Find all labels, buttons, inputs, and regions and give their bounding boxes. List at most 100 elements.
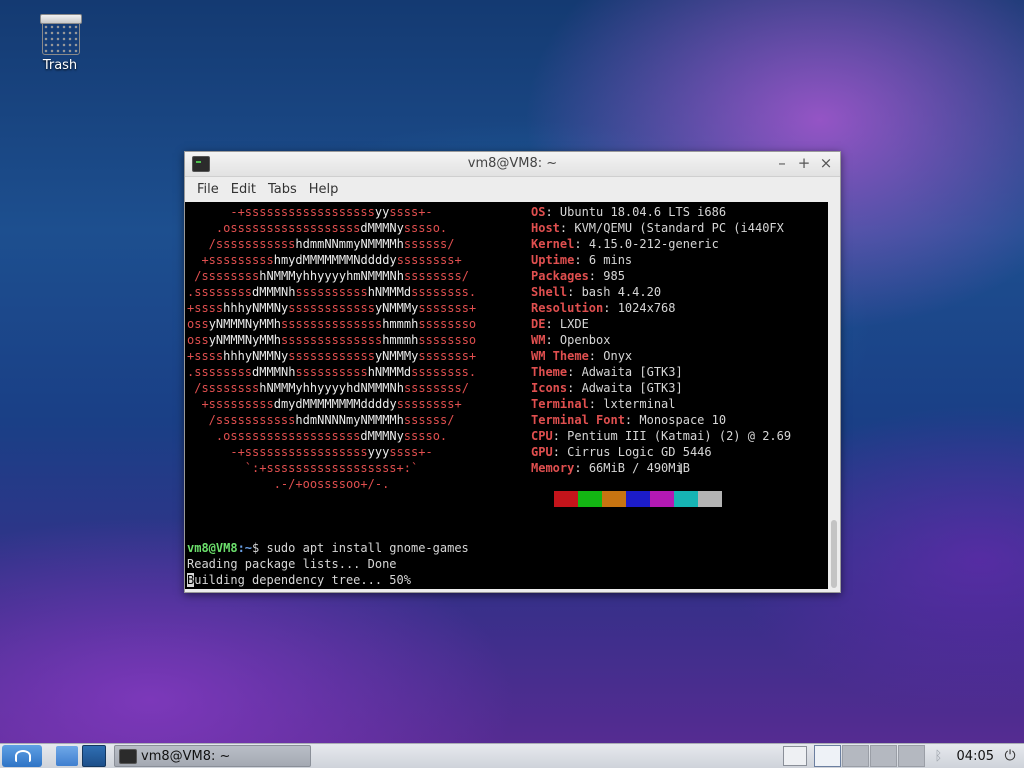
color-swatch [602, 491, 626, 507]
terminal-launcher-icon[interactable] [82, 745, 106, 767]
terminal-scrollbar[interactable] [829, 202, 840, 589]
progress-line: uilding dependency tree... 50% [194, 573, 411, 587]
info-key: Theme [531, 365, 568, 379]
info-key: Terminal [531, 397, 589, 411]
logo-line: .ossssssssssssssssssdMMMNysssso. [187, 221, 448, 235]
color-swatch [554, 491, 578, 507]
info-key: Host [531, 221, 560, 235]
info-line: Packages: 985 [531, 269, 625, 283]
info-line: Shell: bash 4.4.20 [531, 285, 662, 299]
ubuntu-ascii-logo: -+ssssssssssssssssssyyssss+- .osssssssss… [187, 204, 476, 492]
logo-line: /ssssssssssshdmNNNNmyNMMMMhssssss/ [187, 413, 455, 427]
info-line: Kernel: 4.15.0-212-generic [531, 237, 719, 251]
info-value: Monospace 10 [639, 413, 727, 427]
taskbar-window-button[interactable]: vm8@VM8: ~ [114, 745, 311, 767]
info-line: Theme: Adwaita [GTK3] [531, 365, 683, 379]
info-value: Openbox [559, 333, 611, 347]
info-line: GPU: Cirrus Logic GD 5446 [531, 445, 712, 459]
info-key: Memory [531, 461, 575, 475]
system-info: OS: Ubuntu 18.04.6 LTS i686 Host: KVM/QEM… [531, 204, 791, 476]
info-value: Ubuntu 18.04.6 LTS i686 [559, 205, 727, 219]
info-line: CPU: Pentium III (Katmai) (2) @ 2.69 [531, 429, 792, 443]
info-value: Adwaita [GTK3] [581, 381, 683, 395]
info-key: Resolution [531, 301, 604, 315]
info-key: GPU [531, 445, 553, 459]
color-swatch [698, 491, 722, 507]
info-line: OS: Ubuntu 18.04.6 LTS i686 [531, 205, 727, 219]
logo-line: .ssssssssdMMMNhsssssssssshNMMMdssssssss. [187, 365, 477, 379]
clock[interactable]: 04:05 [957, 749, 994, 764]
info-value: 985 [603, 269, 625, 283]
info-key: Kernel [531, 237, 575, 251]
workspace-2[interactable] [841, 745, 869, 767]
info-key: Icons [531, 381, 568, 395]
info-value: lxterminal [603, 397, 676, 411]
terminal-window: vm8@VM8: ~ – + × File Edit Tabs Help -+s… [184, 151, 841, 593]
info-key: WM [531, 333, 546, 347]
info-value: LXDE [559, 317, 589, 331]
logo-line: ossyNMMMNyMMhsssssssssssssshmmmhssssssso [187, 317, 477, 331]
bluetooth-icon[interactable]: ᛒ [935, 749, 945, 764]
info-value: 66MiB / 490MiB [588, 461, 690, 475]
power-icon[interactable]: ⏻ [1002, 748, 1018, 764]
info-value: 1024x768 [617, 301, 676, 315]
menubar: File Edit Tabs Help [185, 177, 840, 202]
menu-tabs[interactable]: Tabs [262, 182, 303, 197]
window-title: vm8@VM8: ~ [467, 156, 558, 171]
info-line: WM: Openbox [531, 333, 611, 347]
menu-help[interactable]: Help [303, 182, 345, 197]
info-value: KVM/QEMU (Standard PC (i440FX [574, 221, 784, 235]
info-value: bash 4.4.20 [581, 285, 662, 299]
terminal-output[interactable]: -+ssssssssssssssssssyyssss+- .osssssssss… [185, 202, 828, 589]
logo-line: +sssshhhyNMMNyssssssssssssyNMMMysssssss+ [187, 301, 477, 315]
color-palette [554, 491, 722, 507]
color-swatch [626, 491, 650, 507]
ibeam-cursor-icon: I [679, 462, 684, 478]
color-swatch [674, 491, 698, 507]
logo-line: .-/+oossssoo+/-. [187, 477, 390, 491]
info-key: DE [531, 317, 546, 331]
info-line: Terminal: lxterminal [531, 397, 676, 411]
info-value: Adwaita [GTK3] [581, 365, 683, 379]
info-key: Shell [531, 285, 568, 299]
scrollbar-thumb[interactable] [831, 520, 837, 588]
menu-file[interactable]: File [191, 182, 225, 197]
workspace-1[interactable] [813, 745, 841, 767]
logo-line: ossyNMMMNyMMhsssssssssssssshmmmhssssssso [187, 333, 477, 347]
trash-label: Trash [42, 58, 78, 73]
info-line: Terminal Font: Monospace 10 [531, 413, 727, 427]
info-key: WM Theme [531, 349, 589, 363]
maximize-button[interactable]: + [796, 154, 812, 172]
info-value: 6 mins [588, 253, 633, 267]
info-line: Uptime: 6 mins [531, 253, 633, 267]
info-key: OS [531, 205, 546, 219]
color-swatch [578, 491, 602, 507]
show-desktop-icon[interactable] [782, 746, 807, 766]
output-line: Reading package lists... Done [187, 557, 397, 571]
logo-line: .ossssssssssssssssssdMMMNysssso. [187, 429, 448, 443]
close-button[interactable]: × [818, 154, 834, 172]
logo-line: /sssssssshNMMMyhhyyyyhdNMMMNhssssssss/ [187, 381, 469, 395]
logo-line: .ssssssssdMMMNhsssssssssshNMMMdssssssss. [187, 285, 477, 299]
workspace-3[interactable] [869, 745, 897, 767]
logo-line: -+sssssssssssssssssyyyssss+- [187, 445, 433, 459]
logo-line: +ssssssssshmydMMMMMMMNddddyssssssss+ [187, 253, 462, 267]
desktop-icon-trash[interactable]: Trash [28, 8, 92, 73]
workspace-4[interactable] [897, 745, 925, 767]
command-text: sudo apt install gnome-games [266, 541, 469, 555]
color-swatch [650, 491, 674, 507]
logo-line: /sssssssshNMMMyhhyyyyhmNMMMNhssssssss/ [187, 269, 469, 283]
minimize-button[interactable]: – [774, 154, 790, 172]
window-titlebar[interactable]: vm8@VM8: ~ – + × [185, 152, 840, 177]
start-menu-button[interactable] [2, 745, 42, 767]
info-value: Onyx [603, 349, 633, 363]
info-value: 4.15.0-212-generic [588, 237, 719, 251]
trash-icon [40, 10, 82, 55]
info-key: Terminal Font [531, 413, 625, 427]
info-line: WM Theme: Onyx [531, 349, 633, 363]
menu-edit[interactable]: Edit [225, 182, 262, 197]
terminal-task-icon [119, 748, 137, 764]
info-key: Uptime [531, 253, 575, 267]
logo-line: `:+ssssssssssssssssss+:` [187, 461, 419, 475]
file-manager-icon[interactable] [56, 746, 78, 766]
